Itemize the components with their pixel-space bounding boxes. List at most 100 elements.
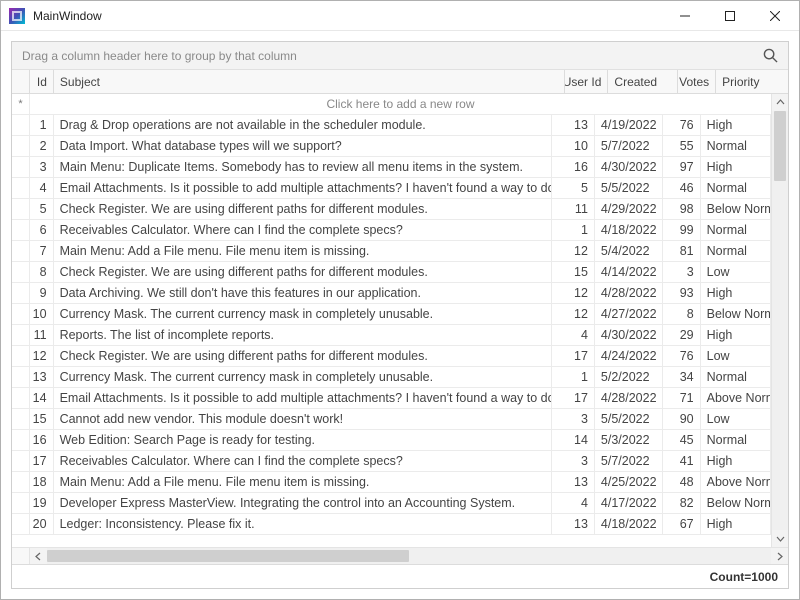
cell-priority[interactable]: Above Normal bbox=[701, 388, 771, 408]
cell-user-id[interactable]: 14 bbox=[552, 430, 595, 450]
cell-subject[interactable]: Check Register. We are using different p… bbox=[54, 199, 552, 219]
cell-priority[interactable]: Normal bbox=[701, 178, 771, 198]
cell-votes[interactable]: 71 bbox=[663, 388, 700, 408]
column-created[interactable]: Created bbox=[608, 70, 678, 93]
column-id[interactable]: Id bbox=[30, 70, 54, 93]
cell-id[interactable]: 4 bbox=[30, 178, 54, 198]
row-indicator[interactable] bbox=[12, 178, 30, 198]
cell-votes[interactable]: 98 bbox=[663, 199, 700, 219]
cell-id[interactable]: 7 bbox=[30, 241, 54, 261]
cell-user-id[interactable]: 4 bbox=[552, 493, 595, 513]
cell-created[interactable]: 4/24/2022 bbox=[595, 346, 663, 366]
vertical-scroll-thumb[interactable] bbox=[774, 111, 786, 181]
table-row[interactable]: 14Email Attachments. Is it possible to a… bbox=[12, 388, 771, 409]
cell-votes[interactable]: 55 bbox=[663, 136, 700, 156]
cell-created[interactable]: 4/28/2022 bbox=[595, 388, 663, 408]
scroll-left-button[interactable] bbox=[30, 548, 47, 564]
table-row[interactable]: 7Main Menu: Add a File menu. File menu i… bbox=[12, 241, 771, 262]
table-row[interactable]: 2Data Import. What database types will w… bbox=[12, 136, 771, 157]
cell-subject[interactable]: Main Menu: Add a File menu. File menu it… bbox=[54, 472, 552, 492]
cell-created[interactable]: 5/3/2022 bbox=[595, 430, 663, 450]
cell-id[interactable]: 14 bbox=[30, 388, 54, 408]
cell-subject[interactable]: Email Attachments. Is it possible to add… bbox=[54, 178, 552, 198]
cell-created[interactable]: 5/5/2022 bbox=[595, 409, 663, 429]
cell-id[interactable]: 5 bbox=[30, 199, 54, 219]
search-button[interactable] bbox=[763, 48, 778, 63]
vertical-scrollbar[interactable] bbox=[771, 94, 788, 547]
column-votes[interactable]: Votes bbox=[678, 70, 716, 93]
cell-votes[interactable]: 82 bbox=[663, 493, 700, 513]
cell-priority[interactable]: Normal bbox=[701, 430, 771, 450]
table-row[interactable]: 8Check Register. We are using different … bbox=[12, 262, 771, 283]
table-row[interactable]: 17Receivables Calculator. Where can I fi… bbox=[12, 451, 771, 472]
table-row[interactable]: 20Ledger: Inconsistency. Please fix it.1… bbox=[12, 514, 771, 535]
cell-id[interactable]: 6 bbox=[30, 220, 54, 240]
row-indicator[interactable] bbox=[12, 304, 30, 324]
table-row[interactable]: 15Cannot add new vendor. This module doe… bbox=[12, 409, 771, 430]
cell-created[interactable]: 5/5/2022 bbox=[595, 178, 663, 198]
cell-priority[interactable]: Low bbox=[701, 409, 771, 429]
cell-subject[interactable]: Receivables Calculator. Where can I find… bbox=[54, 220, 552, 240]
vertical-scroll-track[interactable] bbox=[772, 111, 788, 530]
cell-votes[interactable]: 76 bbox=[663, 346, 700, 366]
cell-priority[interactable]: High bbox=[701, 325, 771, 345]
titlebar[interactable]: MainWindow bbox=[1, 1, 799, 31]
horizontal-scroll-thumb[interactable] bbox=[47, 550, 409, 562]
scroll-right-button[interactable] bbox=[771, 548, 788, 564]
rows-viewport[interactable]: * Click here to add a new row 1Drag & Dr… bbox=[12, 94, 771, 547]
cell-user-id[interactable]: 3 bbox=[552, 451, 595, 471]
cell-id[interactable]: 17 bbox=[30, 451, 54, 471]
cell-subject[interactable]: Receivables Calculator. Where can I find… bbox=[54, 451, 552, 471]
cell-priority[interactable]: Low bbox=[701, 262, 771, 282]
cell-votes[interactable]: 93 bbox=[663, 283, 700, 303]
cell-votes[interactable]: 41 bbox=[663, 451, 700, 471]
cell-subject[interactable]: Main Menu: Add a File menu. File menu it… bbox=[54, 241, 552, 261]
cell-created[interactable]: 5/4/2022 bbox=[595, 241, 663, 261]
table-row[interactable]: 1Drag & Drop operations are not availabl… bbox=[12, 115, 771, 136]
cell-user-id[interactable]: 11 bbox=[552, 199, 595, 219]
cell-user-id[interactable]: 17 bbox=[552, 388, 595, 408]
table-row[interactable]: 4Email Attachments. Is it possible to ad… bbox=[12, 178, 771, 199]
table-row[interactable]: 11Reports. The list of incomplete report… bbox=[12, 325, 771, 346]
cell-priority[interactable]: High bbox=[701, 157, 771, 177]
cell-votes[interactable]: 67 bbox=[663, 514, 700, 534]
cell-subject[interactable]: Reports. The list of incomplete reports. bbox=[54, 325, 552, 345]
row-indicator[interactable] bbox=[12, 493, 30, 513]
cell-votes[interactable]: 3 bbox=[663, 262, 700, 282]
cell-subject[interactable]: Email Attachments. Is it possible to add… bbox=[54, 388, 552, 408]
cell-priority[interactable]: Normal bbox=[701, 241, 771, 261]
cell-subject[interactable]: Drag & Drop operations are not available… bbox=[54, 115, 552, 135]
cell-votes[interactable]: 81 bbox=[663, 241, 700, 261]
cell-id[interactable]: 19 bbox=[30, 493, 54, 513]
cell-priority[interactable]: High bbox=[701, 451, 771, 471]
cell-user-id[interactable]: 5 bbox=[552, 178, 595, 198]
cell-id[interactable]: 20 bbox=[30, 514, 54, 534]
cell-priority[interactable]: Below Normal bbox=[701, 199, 771, 219]
cell-priority[interactable]: High bbox=[701, 514, 771, 534]
maximize-button[interactable] bbox=[707, 2, 752, 30]
minimize-button[interactable] bbox=[662, 2, 707, 30]
cell-subject[interactable]: Data Archiving. We still don't have this… bbox=[54, 283, 552, 303]
horizontal-scrollbar[interactable] bbox=[12, 547, 788, 564]
cell-created[interactable]: 5/2/2022 bbox=[595, 367, 663, 387]
row-indicator[interactable] bbox=[12, 325, 30, 345]
column-subject[interactable]: Subject bbox=[54, 70, 565, 93]
cell-subject[interactable]: Check Register. We are using different p… bbox=[54, 262, 552, 282]
cell-user-id[interactable]: 12 bbox=[552, 241, 595, 261]
cell-priority[interactable]: Below Normal bbox=[701, 493, 771, 513]
cell-id[interactable]: 9 bbox=[30, 283, 54, 303]
column-priority[interactable]: Priority bbox=[716, 70, 788, 93]
cell-priority[interactable]: Normal bbox=[701, 220, 771, 240]
table-row[interactable]: 16Web Edition: Search Page is ready for … bbox=[12, 430, 771, 451]
cell-user-id[interactable]: 17 bbox=[552, 346, 595, 366]
cell-subject[interactable]: Web Edition: Search Page is ready for te… bbox=[54, 430, 552, 450]
cell-created[interactable]: 4/14/2022 bbox=[595, 262, 663, 282]
cell-id[interactable]: 2 bbox=[30, 136, 54, 156]
cell-user-id[interactable]: 13 bbox=[552, 115, 595, 135]
row-indicator[interactable] bbox=[12, 472, 30, 492]
cell-subject[interactable]: Developer Express MasterView. Integratin… bbox=[54, 493, 552, 513]
cell-priority[interactable]: Above Normal bbox=[701, 472, 771, 492]
cell-subject[interactable]: Main Menu: Duplicate Items. Somebody has… bbox=[54, 157, 552, 177]
cell-id[interactable]: 12 bbox=[30, 346, 54, 366]
cell-user-id[interactable]: 1 bbox=[552, 220, 595, 240]
